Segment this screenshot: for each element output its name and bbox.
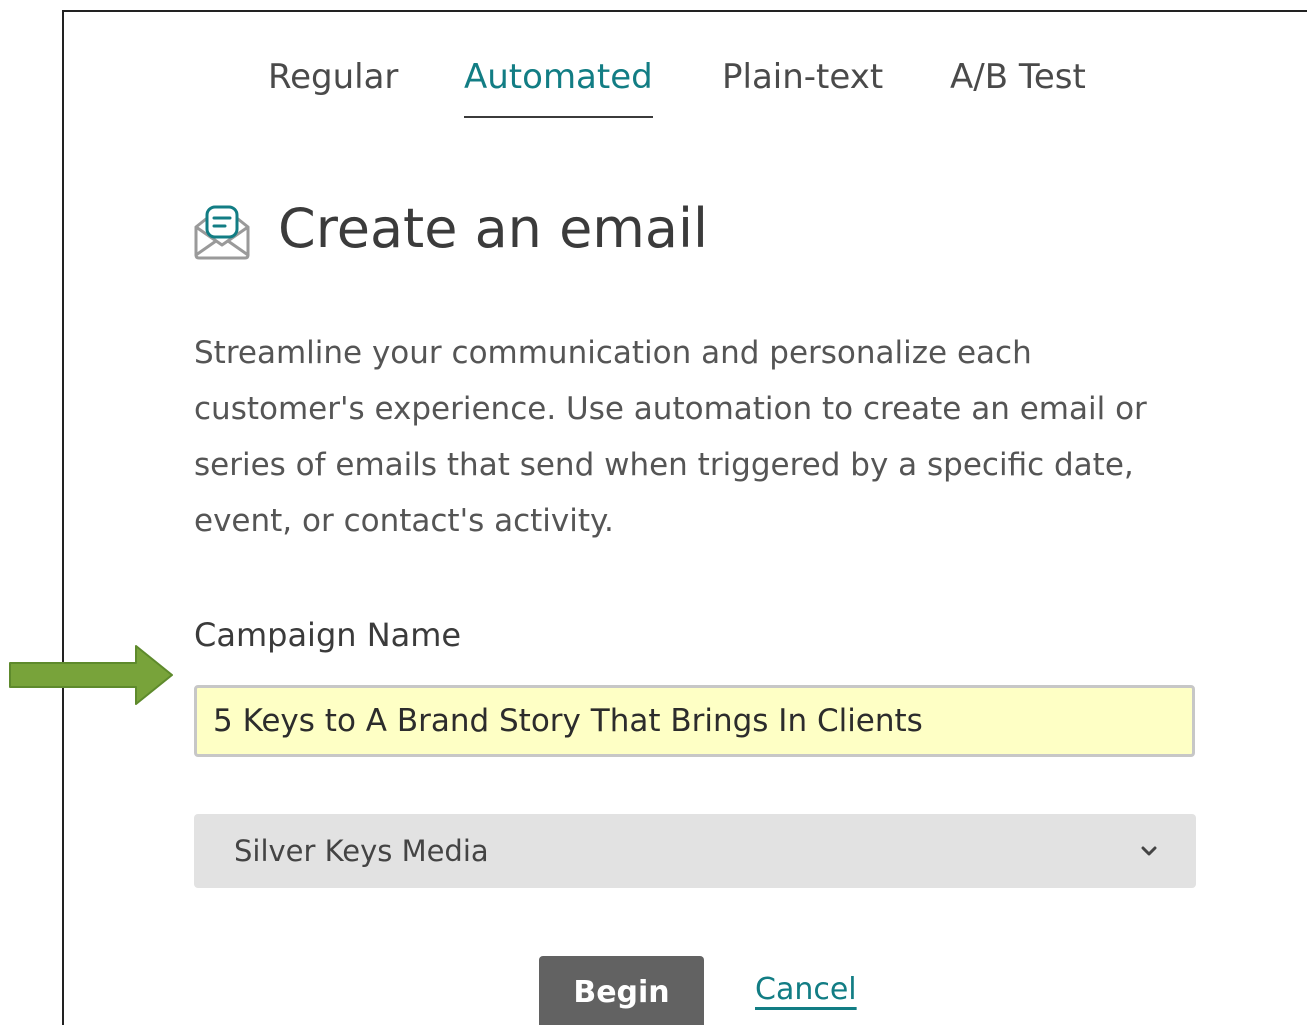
page-title: Create an email bbox=[278, 197, 708, 260]
tab-regular[interactable]: Regular bbox=[268, 54, 398, 100]
chevron-down-icon bbox=[1140, 842, 1158, 860]
email-icon bbox=[192, 201, 252, 261]
campaign-name-label: Campaign Name bbox=[194, 616, 462, 654]
tab-ab-test[interactable]: A/B Test bbox=[950, 54, 1086, 100]
cancel-link[interactable]: Cancel bbox=[755, 970, 857, 1010]
audience-select-value: Silver Keys Media bbox=[234, 834, 489, 868]
campaign-name-input[interactable] bbox=[194, 685, 1195, 757]
description-text: Streamline your communication and person… bbox=[194, 335, 1147, 539]
tab-automated[interactable]: Automated bbox=[464, 54, 653, 118]
pointer-arrow-icon bbox=[8, 642, 178, 708]
screenshot-stage: Regular Automated Plain-text A/B Test Cr… bbox=[0, 0, 1307, 1025]
tab-plain-text[interactable]: Plain-text bbox=[722, 54, 883, 100]
audience-select[interactable]: Silver Keys Media bbox=[194, 814, 1196, 888]
begin-button[interactable]: Begin bbox=[539, 956, 704, 1025]
